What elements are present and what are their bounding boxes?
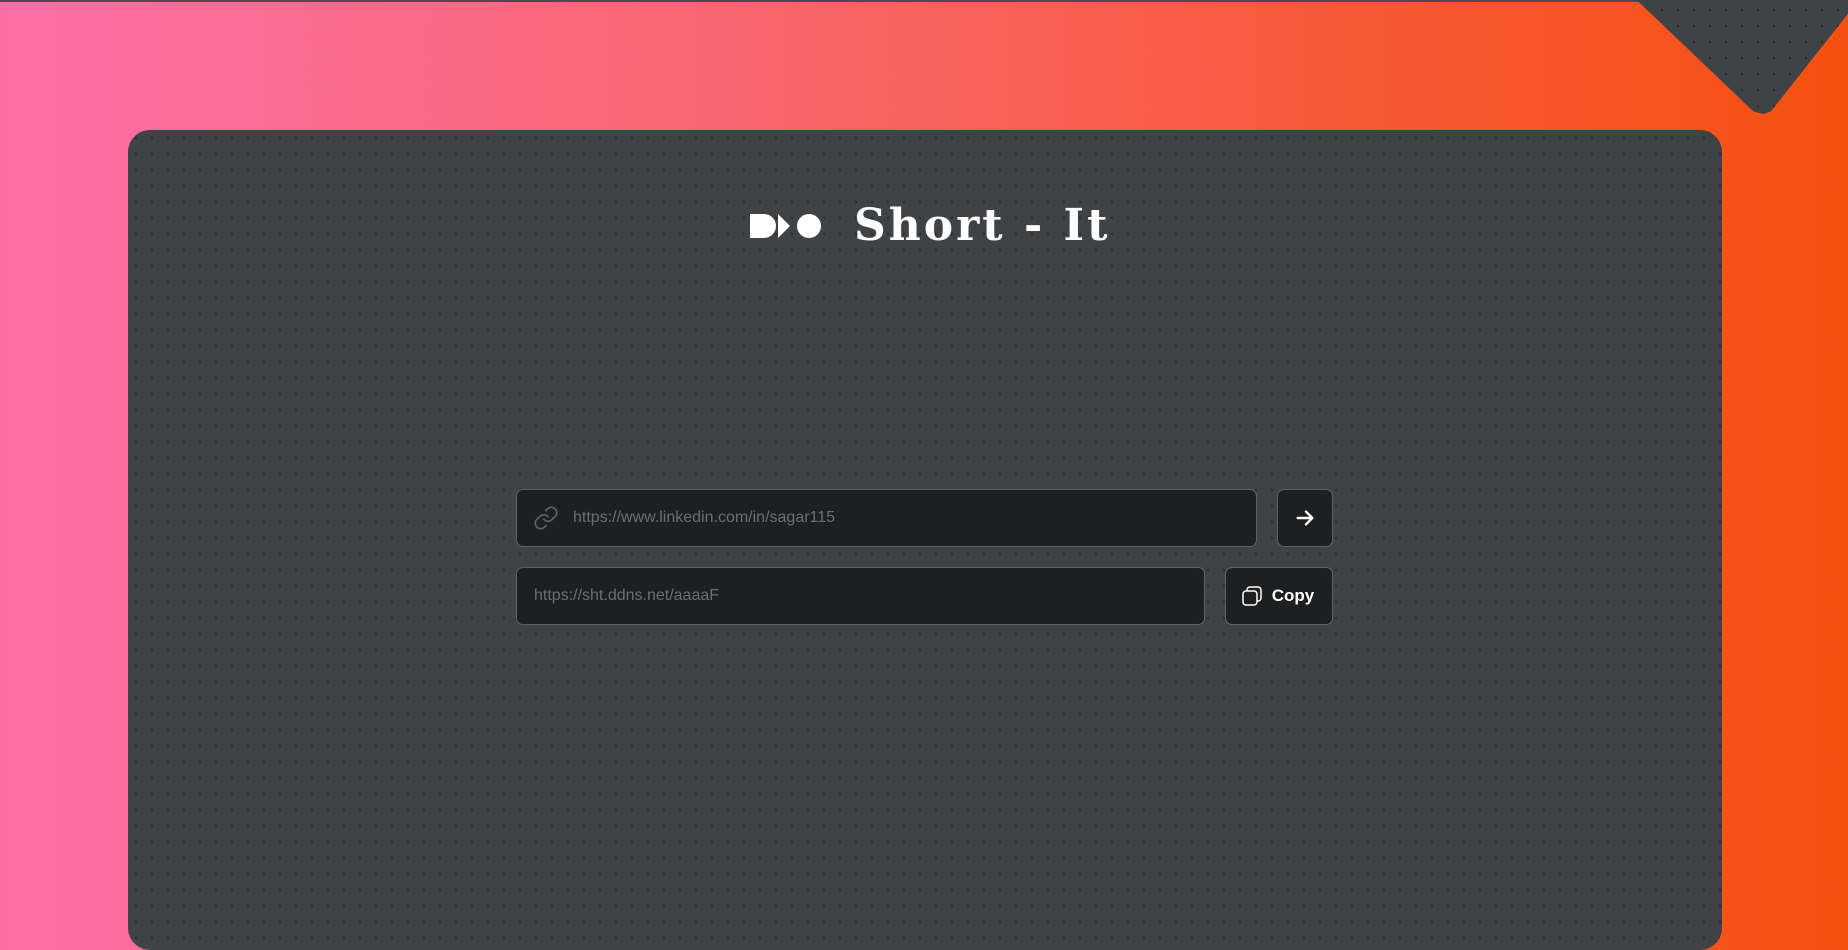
top-border [0, 0, 1848, 2]
short-url-placeholder: https://sht.ddns.net/aaaaF [534, 587, 720, 604]
shorten-submit-button[interactable] [1277, 489, 1333, 547]
copy-button-label: Copy [1271, 586, 1315, 605]
brand-header: Short - It [750, 198, 1110, 254]
short-url-field[interactable]: https://sht.ddns.net/aaaaF [516, 567, 1205, 625]
app-title: Short - It [854, 200, 1111, 251]
copy-icon [1242, 586, 1262, 606]
brand-logo-icon [750, 214, 821, 238]
corner-decoration [1622, 0, 1848, 114]
arrow-right-icon [1296, 510, 1314, 526]
link-icon [533, 505, 559, 531]
copy-button[interactable]: Copy [1225, 567, 1333, 625]
url-input-placeholder: https://www.linkedin.com/in/sagar115 [573, 509, 836, 526]
url-input-field[interactable]: https://www.linkedin.com/in/sagar115 [516, 489, 1257, 547]
